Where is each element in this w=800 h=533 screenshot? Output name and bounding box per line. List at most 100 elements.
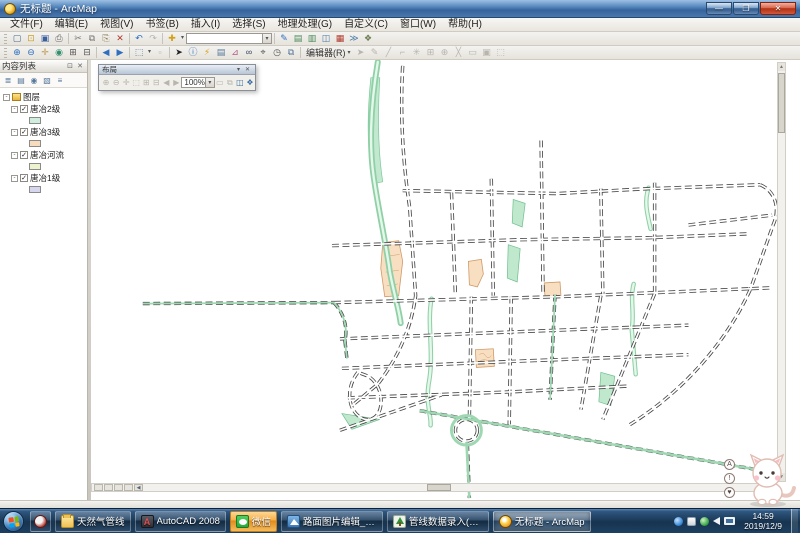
vertical-scroll-thumb[interactable] (778, 73, 785, 133)
maximize-button[interactable]: ❐ (733, 2, 759, 15)
menu-view[interactable]: 视图(V) (94, 18, 139, 31)
taskbar-wechat-button[interactable]: 微信 (230, 511, 277, 532)
arctoolbox-icon[interactable]: ▦ (333, 32, 347, 45)
menu-bookmarks[interactable]: 书签(B) (139, 18, 184, 31)
layout-toolbar-titlebar[interactable]: 布局 ▾ ✕ (99, 65, 255, 75)
taskbar-folder-button[interactable]: 天然气管线 (55, 511, 131, 532)
layer-checkbox[interactable]: ✓ (20, 105, 28, 113)
find-icon[interactable]: ∞ (242, 46, 256, 59)
layout-focus-dataframe-icon[interactable]: ⧉ (225, 76, 235, 89)
layout-zoom-whole-page-icon[interactable]: ⬚ (131, 76, 141, 89)
zoom-out-icon[interactable]: ⊖ (24, 46, 38, 59)
edit-vertices-icon[interactable]: ⊕ (438, 46, 452, 59)
expander-icon[interactable]: - (11, 175, 18, 182)
show-desktop-button[interactable] (791, 509, 798, 533)
cut-polygons-icon[interactable]: ▭ (466, 46, 480, 59)
network-icon[interactable] (724, 517, 735, 525)
new-document-icon[interactable]: ▢ (10, 32, 24, 45)
horizontal-scroll-thumb[interactable] (427, 484, 451, 491)
edit-tool-icon[interactable]: ➤ (354, 46, 368, 59)
delete-icon[interactable]: ✕ (113, 32, 127, 45)
menu-help[interactable]: 帮助(H) (442, 18, 488, 31)
horizontal-scrollbar[interactable]: ◀ (91, 483, 775, 492)
menu-geoprocessing[interactable]: 地理处理(G) (272, 18, 338, 31)
table-of-contents-icon[interactable]: ▤ (291, 32, 305, 45)
clear-selection-icon[interactable]: ▫ (153, 46, 167, 59)
html-popup-icon[interactable]: ▤ (214, 46, 228, 59)
toc-close-icon[interactable]: ✕ (75, 62, 85, 70)
taskbar-autocad-button[interactable]: A AutoCAD 2008 (135, 511, 226, 532)
expander-icon[interactable]: - (3, 94, 10, 101)
taskbar-pinned-app-button[interactable] (30, 511, 51, 532)
layout-toolbar-close-icon[interactable]: ✕ (243, 66, 252, 73)
full-extent-icon[interactable]: ◉ (52, 46, 66, 59)
expander-icon[interactable]: - (11, 129, 18, 136)
layer-symbol-swatch[interactable] (29, 117, 41, 124)
scroll-up-icon[interactable]: ▲ (778, 63, 785, 71)
point-icon[interactable]: ⊞ (424, 46, 438, 59)
split-icon[interactable]: ▣ (480, 46, 494, 59)
endpoint-arc-icon[interactable]: ⌐ (396, 46, 410, 59)
start-button[interactable] (3, 511, 24, 532)
pet-cat[interactable] (738, 453, 796, 507)
pet-menu-button-heart[interactable]: ♥ (724, 487, 735, 498)
attributes-icon[interactable]: ⬚ (494, 46, 508, 59)
toc-pin-icon[interactable]: ⊡ (65, 62, 75, 70)
layout-zoom-in-icon[interactable]: ⊕ (101, 76, 111, 89)
cut-icon[interactable]: ✂ (71, 32, 85, 45)
catalog-window-icon[interactable]: ▥ (305, 32, 319, 45)
fixed-zoom-in-icon[interactable]: ⊞ (66, 46, 80, 59)
menu-edit[interactable]: 编辑(E) (49, 18, 94, 31)
identify-icon[interactable]: ⓘ (186, 46, 200, 59)
zoom-in-icon[interactable]: ⊕ (10, 46, 24, 59)
scale-dropdown-icon[interactable]: ▾ (262, 34, 271, 43)
search-window-icon[interactable]: ◫ (319, 32, 333, 45)
copy-icon[interactable]: ⧉ (85, 32, 99, 45)
expander-icon[interactable]: - (11, 106, 18, 113)
add-data-icon[interactable]: ✚ (165, 32, 179, 45)
hyperlink-icon[interactable]: ⚡ (200, 46, 214, 59)
select-features-icon[interactable]: ⬚ (132, 46, 146, 59)
editor-toolbar-toggle-icon[interactable]: ✎ (277, 32, 291, 45)
menu-window[interactable]: 窗口(W) (394, 18, 442, 31)
straight-segment-icon[interactable]: ╱ (382, 46, 396, 59)
layout-fixed-zoom-out-icon[interactable]: ⊟ (151, 76, 161, 89)
layer-checkbox[interactable]: ✓ (20, 174, 28, 182)
trace-icon[interactable]: ✳ (410, 46, 424, 59)
layout-toolbar[interactable]: 布局 ▾ ✕ ⊕ ⊖ ✛ ⬚ ⊞ ⊟ ◀ ▶ 100% (98, 64, 256, 91)
layout-ddp-settings-icon[interactable]: ❖ (245, 76, 255, 89)
menu-file[interactable]: 文件(F) (4, 18, 49, 31)
reshape-icon[interactable]: ╳ (452, 46, 466, 59)
viewer-window-icon[interactable]: ⧉ (284, 46, 298, 59)
layer-symbol-swatch[interactable] (29, 163, 41, 170)
pause-drawing-button[interactable] (124, 484, 133, 491)
python-window-icon[interactable]: ≫ (347, 32, 361, 45)
go-to-xy-icon[interactable]: ⌖ (256, 46, 270, 59)
refresh-view-button[interactable] (114, 484, 123, 491)
tray-app-icon-white[interactable] (687, 517, 696, 526)
toc-options-icon[interactable]: ≡ (54, 74, 66, 87)
layout-forward-extent-icon[interactable]: ▶ (171, 76, 181, 89)
close-button[interactable]: ✕ (760, 2, 796, 15)
layout-zoom-dropdown-icon[interactable]: ▾ (205, 78, 214, 87)
layout-pan-icon[interactable]: ✛ (121, 76, 131, 89)
vertical-scrollbar[interactable]: ▲ ▼ (777, 62, 786, 482)
toc-layer-item[interactable]: - ✓ 唐冶河流 (11, 149, 87, 172)
expander-icon[interactable]: - (11, 152, 18, 159)
layout-zoom-100-icon[interactable]: ⊞ (141, 76, 151, 89)
modelbuilder-icon[interactable]: ❖ (361, 32, 375, 45)
tray-app-icon-blue[interactable] (674, 517, 683, 526)
go-forward-extent-icon[interactable]: ▶ (113, 46, 127, 59)
pet-menu-button-alert[interactable]: ! (724, 473, 735, 484)
toolbar-grip[interactable] (4, 48, 7, 58)
paste-icon[interactable]: ⎘ (99, 32, 113, 45)
map-canvas[interactable] (91, 60, 800, 500)
map-scale-combobox[interactable]: ▾ (186, 33, 272, 44)
taskbar-image-editor-button[interactable]: 路面图片编辑_20... (281, 511, 383, 532)
menu-insert[interactable]: 插入(I) (185, 18, 226, 31)
editor-menu-button[interactable]: 编辑器(R) ▾ (303, 46, 354, 59)
list-by-source-icon[interactable]: ▤ (15, 74, 27, 87)
menu-customize[interactable]: 自定义(C) (338, 18, 394, 31)
pan-icon[interactable]: ✛ (38, 46, 52, 59)
toc-layer-item[interactable]: - ✓ 唐冶2级 (11, 103, 87, 126)
